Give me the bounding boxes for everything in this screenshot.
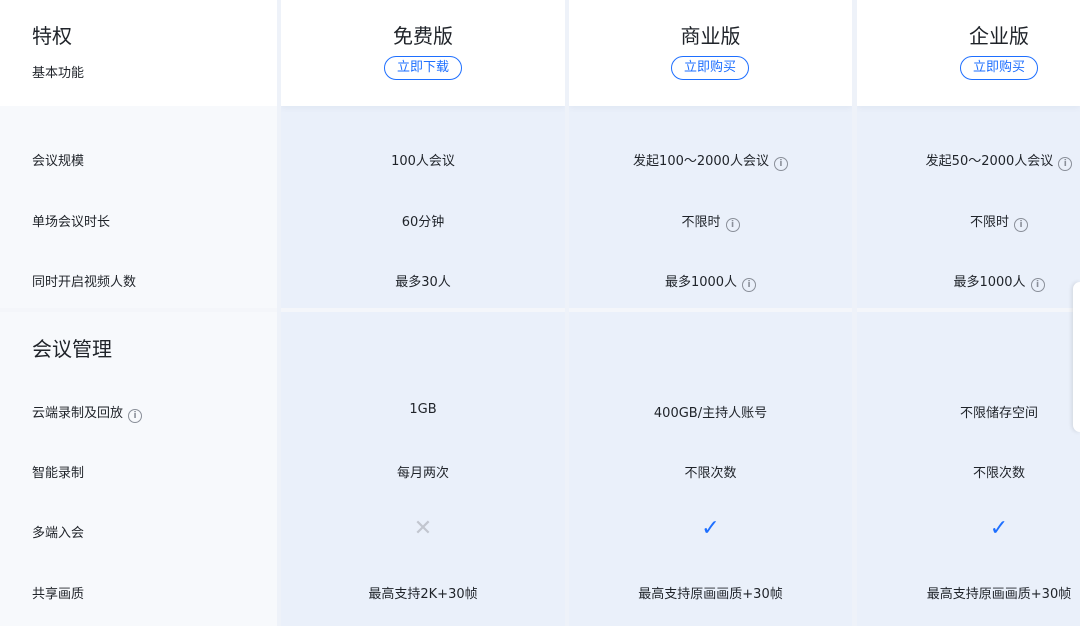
cell-text: 发起100～2000人会议 (633, 154, 769, 169)
plan-header-enterprise: 企业版 立即购买 (857, 0, 1080, 106)
download-button[interactable]: 立即下载 (384, 56, 462, 80)
plan-column-business: 商业版 立即购买 发起100～2000人会议 i 不限时 i 最多1000人 i 40… (569, 0, 852, 626)
section-divider (857, 308, 1080, 312)
feature-header: 特权 基本功能 (0, 0, 277, 106)
cell-share-quality: 最高支持原画画质+30帧 (638, 587, 783, 602)
row-label-video-count: 同时开启视频人数 (32, 275, 137, 290)
info-icon[interactable]: i (1058, 157, 1073, 171)
plan-column-enterprise: 企业版 立即购买 发起50～2000人会议 i 不限时 i 最多1000人 i 不限储… (857, 0, 1080, 626)
cell-text: 不限时 (969, 215, 1009, 230)
cell-meeting-scale: 发起100～2000人会议 i (569, 150, 852, 171)
cell-smart-recording: 每月两次 (396, 466, 449, 481)
info-icon[interactable]: i (128, 409, 143, 423)
feature-column: 特权 基本功能 会议规模 单场会议时长 同时开启视频人数 会议管理 云端录制及回… (0, 0, 277, 626)
cell-duration: 60分钟 (401, 215, 445, 230)
row-label-duration: 单场会议时长 (32, 215, 111, 230)
plan-title: 企业版 (969, 24, 1029, 48)
info-icon[interactable]: i (1030, 278, 1045, 292)
info-icon[interactable]: i (1014, 218, 1028, 232)
cell-cloud-recording: 1GB (409, 402, 437, 417)
feature-subtitle: 基本功能 (32, 66, 85, 81)
floating-side-tab[interactable] (1073, 282, 1080, 432)
cell-video-count: 最多1000人 i (857, 271, 1080, 292)
plan-header-free: 免费版 立即下载 (281, 0, 565, 106)
plan-title: 商业版 (680, 24, 741, 48)
section-divider (281, 308, 565, 312)
buy-button[interactable]: 立即购买 (671, 56, 749, 80)
cell-text: 不限时 (681, 215, 721, 230)
cell-smart-recording: 不限次数 (684, 466, 737, 481)
cross-icon: ✕ (413, 516, 433, 541)
cell-video-count: 最多1000人 i (569, 271, 852, 292)
cell-duration: 不限时 i (857, 211, 1080, 232)
info-icon[interactable]: i (773, 157, 788, 171)
cell-cloud-recording: 不限储存空间 (959, 406, 1038, 421)
row-label-multi-device: 多端入会 (32, 526, 85, 541)
cell-share-quality: 最高支持2K+30帧 (368, 587, 478, 602)
info-icon[interactable]: i (725, 218, 740, 232)
cell-cloud-recording: 400GB/主持人账号 (653, 406, 768, 421)
section-divider (569, 308, 852, 312)
row-label-meeting-scale: 会议规模 (32, 154, 85, 169)
cell-text: 最多1000人 (664, 275, 738, 290)
cell-smart-recording: 不限次数 (972, 466, 1025, 481)
plan-title: 免费版 (393, 24, 453, 48)
cell-meeting-scale: 发起50～2000人会议 i (857, 150, 1080, 171)
group-title-management: 会议管理 (32, 337, 112, 361)
cell-video-count: 最多30人 (395, 275, 451, 290)
row-label-smart-recording: 智能录制 (32, 466, 85, 481)
row-label-text: 云端录制及回放 (32, 406, 124, 421)
feature-title: 特权 (32, 24, 72, 48)
row-label-share-quality: 共享画质 (32, 587, 85, 602)
cell-duration: 不限时 i (569, 211, 852, 232)
plan-header-business: 商业版 立即购买 (569, 0, 852, 106)
plan-column-free: 免费版 立即下载 100人会议 60分钟 最多30人 1GB 每月两次 ✕ 最高… (281, 0, 565, 626)
cell-text: 发起50～2000人会议 (925, 154, 1054, 169)
buy-button[interactable]: 立即购买 (960, 56, 1038, 80)
check-icon: ✓ (701, 516, 720, 541)
cell-meeting-scale: 100人会议 (391, 154, 455, 169)
cell-text: 最多1000人 (953, 275, 1026, 290)
info-icon[interactable]: i (742, 278, 757, 292)
row-label-cloud-recording: 云端录制及回放 i (32, 402, 143, 423)
cell-share-quality: 最高支持原画画质+30帧 (926, 587, 1072, 602)
check-icon: ✓ (989, 516, 1009, 541)
